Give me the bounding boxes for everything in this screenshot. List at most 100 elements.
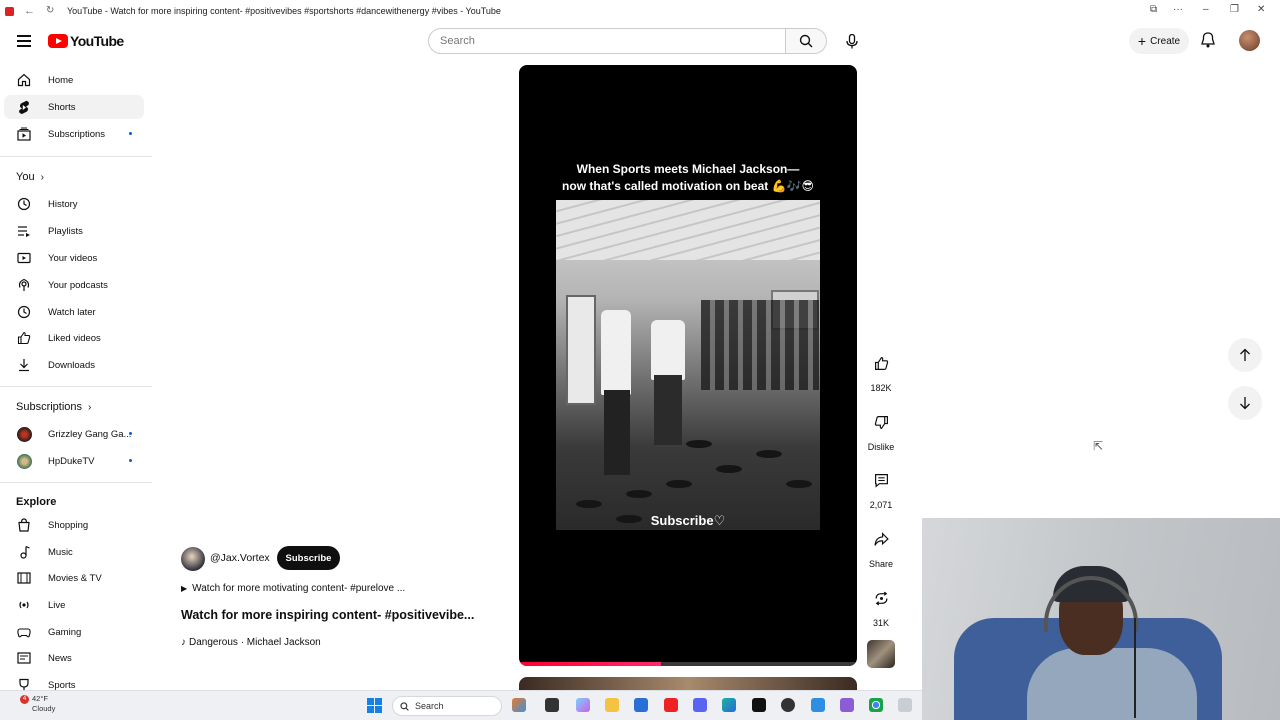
sidebar-item-your-videos[interactable]: Your videos — [4, 246, 144, 270]
sidebar-item-home[interactable]: Home — [4, 68, 144, 92]
windows-start-icon[interactable] — [367, 698, 382, 713]
sidebar-item-live[interactable]: Live — [4, 593, 144, 617]
floor-disc — [626, 490, 652, 498]
next-short-button[interactable] — [1228, 386, 1262, 420]
video-title[interactable]: Watch for more inspiring content- #posit… — [181, 608, 474, 622]
video-description[interactable]: ▶ Watch for more motivating content- #pu… — [181, 583, 405, 594]
chrome-icon[interactable] — [869, 698, 883, 712]
shorts-video-player[interactable]: When Sports meets Michael Jackson— now t… — [519, 65, 857, 666]
youtube-app-icon[interactable] — [664, 698, 678, 712]
sidebar-item-gaming[interactable]: Gaming — [4, 620, 144, 644]
dislike-action[interactable]: Dislike — [862, 405, 900, 452]
new-content-dot — [129, 132, 132, 135]
sidebar-item-liked-videos[interactable]: Liked videos — [4, 326, 144, 350]
discord-icon[interactable] — [693, 698, 707, 712]
sidebar-item-downloads[interactable]: Downloads — [4, 353, 144, 377]
channel-avatar[interactable] — [181, 547, 205, 571]
close-icon[interactable]: ✕ — [1257, 4, 1265, 15]
sidebar-item-shorts[interactable]: Shorts — [4, 95, 144, 119]
refresh-icon[interactable]: ↻ — [46, 5, 54, 16]
sidebar-item-movies-tv[interactable]: Movies & TV — [4, 566, 144, 590]
more-icon[interactable]: ··· — [1173, 4, 1183, 15]
search-icon — [400, 701, 409, 711]
remix-button[interactable] — [864, 581, 898, 615]
browser-tab-icon[interactable] — [5, 6, 14, 16]
voice-search-button[interactable] — [838, 28, 865, 55]
arrow-down-icon — [1240, 397, 1250, 410]
sidebar-channel-grizzley-gang[interactable]: Grizzley Gang Ga... — [4, 422, 144, 446]
youtube-logo[interactable]: YouTube — [48, 33, 124, 49]
music-attribution[interactable]: ♪ Dangerous · Michael Jackson — [181, 637, 321, 648]
collections-icon[interactable]: ⧉ — [1150, 4, 1157, 15]
back-icon[interactable]: ← — [24, 5, 35, 17]
your-videos-icon — [16, 250, 32, 266]
watch-later-icon — [16, 304, 32, 320]
minimize-icon[interactable]: – — [1203, 4, 1209, 15]
next-short-preview[interactable] — [519, 677, 857, 690]
sidebar-divider — [0, 156, 152, 157]
edge-icon[interactable] — [722, 698, 736, 712]
sidebar-item-music[interactable]: Music — [4, 540, 144, 564]
sidebar-item-playlists[interactable]: Playlists — [4, 219, 144, 243]
sidebar-divider — [0, 386, 152, 387]
sidebar-item-history[interactable]: History — [4, 192, 144, 216]
person-legs-image — [654, 375, 682, 445]
taskbar-search[interactable]: Search — [392, 696, 502, 716]
podcasts-icon — [16, 277, 32, 293]
comments-button[interactable] — [864, 463, 898, 497]
shopping-icon — [16, 517, 32, 533]
sidebar-you-heading[interactable]: You › — [16, 171, 44, 183]
create-button[interactable]: + Create — [1129, 28, 1189, 54]
purple-app-icon[interactable] — [840, 698, 854, 712]
sidebar-channel-hpduketv[interactable]: HpDukeTV — [4, 449, 144, 473]
share-button[interactable] — [864, 522, 898, 556]
weather-widget[interactable]: 4 42°F Cloudy — [20, 694, 55, 714]
like-action[interactable]: 182K — [862, 346, 900, 393]
youtube-play-icon — [48, 34, 68, 48]
copilot-pinned-icon[interactable] — [512, 698, 526, 712]
sound-thumbnail[interactable] — [867, 640, 895, 668]
dislike-label: Dislike — [867, 442, 895, 452]
floor-disc — [686, 440, 712, 448]
youtube-header: YouTube Search + Create — [0, 22, 1280, 62]
account-avatar[interactable] — [1239, 30, 1260, 51]
capcut-icon[interactable] — [752, 698, 766, 712]
share-action[interactable]: Share — [862, 522, 900, 569]
search-placeholder: Search — [440, 35, 475, 47]
sidebar-item-watch-later[interactable]: Watch later — [4, 300, 144, 324]
other-app-icon[interactable] — [898, 698, 912, 712]
subscribe-overlay-text: Subscribe♡ — [650, 513, 726, 528]
menu-icon[interactable] — [17, 35, 31, 47]
sidebar-item-sports[interactable]: Sports — [4, 673, 144, 690]
store-icon[interactable] — [634, 698, 648, 712]
sidebar-subscriptions-heading[interactable]: Subscriptions › — [16, 401, 91, 413]
sidebar-item-subscriptions[interactable]: Subscriptions — [4, 122, 144, 146]
search-button[interactable] — [786, 28, 827, 54]
task-view-icon[interactable] — [545, 698, 559, 712]
sidebar-item-your-podcasts[interactable]: Your podcasts — [4, 273, 144, 297]
notifications-bell-icon[interactable] — [1201, 32, 1215, 48]
play-icon: ▶ — [181, 584, 188, 593]
previous-short-button[interactable] — [1228, 338, 1262, 372]
music-note-icon: ♪ — [181, 637, 186, 648]
maximize-icon[interactable]: ❐ — [1230, 4, 1239, 15]
like-button[interactable] — [864, 346, 898, 380]
channel-avatar — [16, 426, 32, 442]
video-progress-bar[interactable] — [519, 662, 857, 666]
file-explorer-icon[interactable] — [605, 698, 619, 712]
dislike-button[interactable] — [864, 405, 898, 439]
sidebar-item-label: Home — [48, 74, 74, 86]
comments-action[interactable]: 2,071 — [862, 463, 900, 510]
share-label: Share — [868, 559, 894, 569]
sidebar-item-news[interactable]: News — [4, 646, 144, 670]
search-input[interactable]: Search — [428, 28, 786, 54]
channel-name[interactable]: @Jax.Vortex — [210, 552, 270, 564]
obs-icon[interactable] — [781, 698, 795, 712]
sidebar-item-shopping[interactable]: Shopping — [4, 513, 144, 537]
person-image — [651, 320, 685, 380]
photos-icon[interactable] — [811, 698, 825, 712]
subscribe-button[interactable]: Subscribe — [277, 546, 340, 570]
copilot-icon[interactable] — [576, 698, 590, 712]
chevron-right-icon: › — [88, 401, 92, 413]
remix-action[interactable]: 31K — [862, 581, 900, 628]
